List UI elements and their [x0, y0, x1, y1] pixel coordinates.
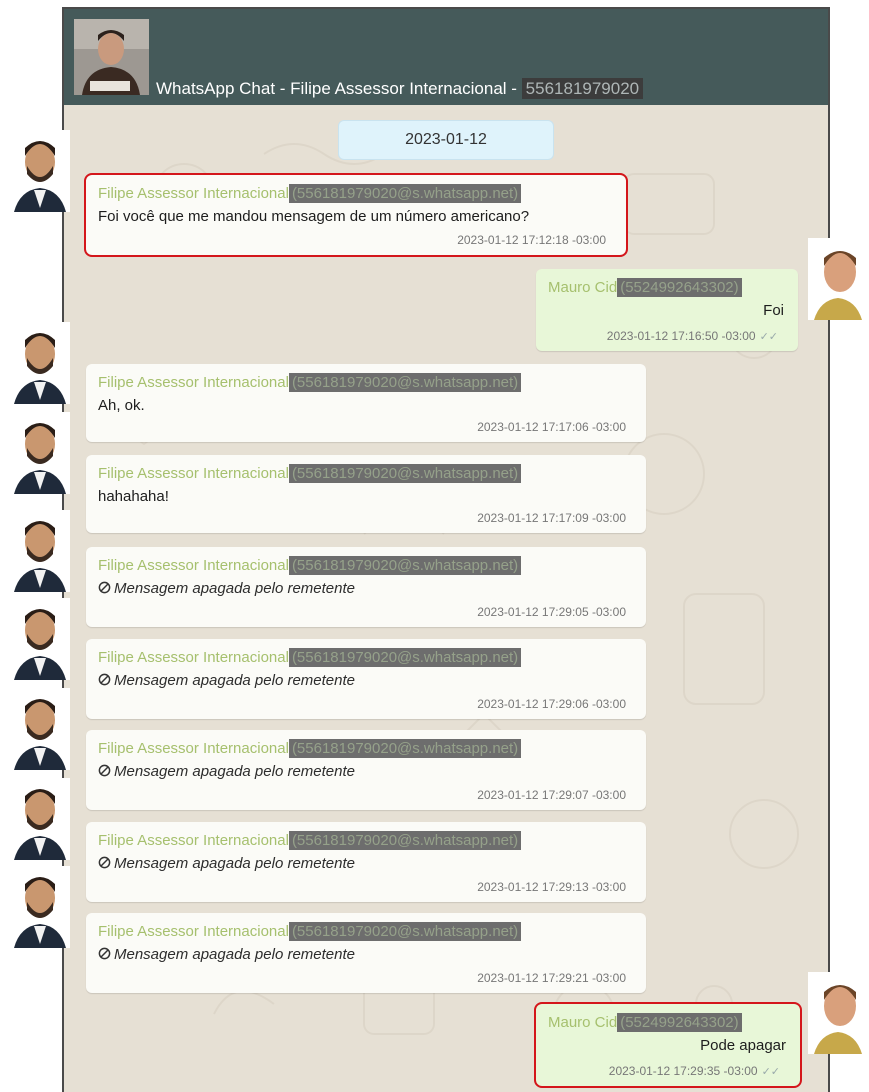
- message-timestamp: 2023-01-12 17:29:35 -03:00 ✓✓: [609, 1064, 780, 1078]
- message-bubble-incoming[interactable]: Filipe Assessor Internacional (5561819790…: [86, 455, 646, 533]
- message-timestamp: 2023-01-12 17:29:07 -03:00: [477, 788, 626, 802]
- message-bubble-incoming[interactable]: Filipe Assessor Internacional (5561819790…: [86, 364, 646, 442]
- sender-name: Mauro Cid: [548, 279, 618, 296]
- chat-window: WhatsApp Chat - Filipe Assessor Internac…: [62, 7, 830, 1092]
- message-sender: Filipe Assessor Internacional (5561819790…: [98, 184, 522, 203]
- message-sender: Mauro Cid (5524992643302): [548, 1013, 742, 1032]
- sender-id: (556181979020@s.whatsapp.net): [288, 739, 522, 758]
- sender-name: Filipe Assessor Internacional: [98, 923, 289, 940]
- message-timestamp: 2023-01-12 17:29:06 -03:00: [477, 697, 626, 711]
- avatar-filipe[interactable]: [10, 510, 70, 592]
- chat-header: WhatsApp Chat - Filipe Assessor Internac…: [64, 9, 828, 105]
- avatar-filipe[interactable]: [10, 412, 70, 494]
- message-sender: Filipe Assessor Internacional (5561819790…: [98, 648, 522, 667]
- deleted-message: Mensagem apagada pelo remetente: [98, 946, 355, 963]
- message-bubble-incoming[interactable]: Filipe Assessor Internacional (5561819790…: [86, 547, 646, 627]
- sender-id: (556181979020@s.whatsapp.net): [288, 648, 522, 667]
- double-check-icon: ✓✓: [759, 331, 778, 343]
- avatar-filipe[interactable]: [10, 322, 70, 404]
- sender-name: Filipe Assessor Internacional: [98, 374, 289, 391]
- message-sender: Filipe Assessor Internacional (5561819790…: [98, 373, 522, 392]
- ban-icon: [98, 856, 111, 869]
- sender-id: (556181979020@s.whatsapp.net): [288, 831, 522, 850]
- message-timestamp: 2023-01-12 17:29:21 -03:00: [477, 971, 626, 985]
- avatar-filipe[interactable]: [10, 866, 70, 948]
- message-bubble-outgoing[interactable]: Mauro Cid (5524992643302) Pode apagar 202…: [534, 1002, 802, 1088]
- message-sender: Filipe Assessor Internacional (5561819790…: [98, 556, 522, 575]
- message-text: Pode apagar: [700, 1037, 786, 1054]
- message-bubble-incoming[interactable]: Filipe Assessor Internacional (5561819790…: [84, 173, 628, 257]
- chat-title: WhatsApp Chat - Filipe Assessor Internac…: [156, 78, 644, 99]
- sender-id: (5524992643302): [617, 1013, 742, 1032]
- message-text: Foi: [763, 302, 784, 319]
- sender-id: (556181979020@s.whatsapp.net): [288, 373, 522, 392]
- ban-icon: [98, 673, 111, 686]
- avatar-mauro[interactable]: [808, 972, 868, 1054]
- deleted-message: Mensagem apagada pelo remetente: [98, 855, 355, 872]
- ban-icon: [98, 764, 111, 777]
- message-bubble-incoming[interactable]: Filipe Assessor Internacional (5561819790…: [86, 913, 646, 993]
- chat-title-text: WhatsApp Chat - Filipe Assessor Internac…: [156, 79, 517, 98]
- ban-icon: [98, 947, 111, 960]
- avatar-filipe[interactable]: [10, 778, 70, 860]
- sender-name: Filipe Assessor Internacional: [98, 465, 289, 482]
- message-time: 2023-01-12 17:29:35 -03:00: [608, 1064, 758, 1078]
- avatar-filipe[interactable]: [10, 598, 70, 680]
- message-text: Mensagem apagada pelo remetente: [114, 763, 355, 780]
- message-text: Mensagem apagada pelo remetente: [114, 672, 355, 689]
- message-time: 2023-01-12 17:16:50 -03:00: [606, 329, 756, 343]
- message-text: Foi você que me mandou mensagem de um nú…: [98, 208, 530, 225]
- message-text: hahahaha!: [98, 488, 169, 505]
- message-text: Mensagem apagada pelo remetente: [114, 855, 355, 872]
- message-bubble-incoming[interactable]: Filipe Assessor Internacional (5561819790…: [86, 822, 646, 902]
- message-sender: Filipe Assessor Internacional (5561819790…: [98, 739, 522, 758]
- message-timestamp: 2023-01-12 17:17:09 -03:00: [477, 511, 626, 525]
- chat-contact-avatar[interactable]: [74, 19, 149, 95]
- message-timestamp: 2023-01-12 17:29:05 -03:00: [477, 605, 626, 619]
- message-text: Mensagem apagada pelo remetente: [114, 580, 355, 597]
- sender-name: Filipe Assessor Internacional: [98, 649, 289, 666]
- message-sender: Filipe Assessor Internacional (5561819790…: [98, 831, 522, 850]
- sender-name: Mauro Cid: [548, 1014, 618, 1031]
- message-timestamp: 2023-01-12 17:17:06 -03:00: [477, 420, 626, 434]
- sender-name: Filipe Assessor Internacional: [98, 557, 289, 574]
- message-bubble-outgoing[interactable]: Mauro Cid (5524992643302) Foi 2023-01-12 …: [536, 269, 798, 351]
- message-text: Ah, ok.: [98, 397, 145, 414]
- message-timestamp: 2023-01-12 17:12:18 -03:00: [457, 233, 606, 247]
- avatar-mauro[interactable]: [808, 238, 868, 320]
- message-sender: Mauro Cid (5524992643302): [548, 278, 742, 297]
- message-text: Mensagem apagada pelo remetente: [114, 946, 355, 963]
- avatar-filipe[interactable]: [10, 130, 70, 212]
- message-timestamp: 2023-01-12 17:16:50 -03:00 ✓✓: [607, 329, 778, 343]
- message-timestamp: 2023-01-12 17:29:13 -03:00: [477, 880, 626, 894]
- message-sender: Filipe Assessor Internacional (5561819790…: [98, 922, 522, 941]
- chat-number: 556181979020: [521, 78, 644, 99]
- sender-id: (556181979020@s.whatsapp.net): [288, 556, 522, 575]
- sender-id: (556181979020@s.whatsapp.net): [288, 464, 522, 483]
- deleted-message: Mensagem apagada pelo remetente: [98, 763, 355, 780]
- sender-id: (556181979020@s.whatsapp.net): [288, 922, 522, 941]
- sender-name: Filipe Assessor Internacional: [98, 185, 289, 202]
- ban-icon: [98, 581, 111, 594]
- sender-name: Filipe Assessor Internacional: [98, 832, 289, 849]
- double-check-icon: ✓✓: [761, 1066, 780, 1078]
- sender-name: Filipe Assessor Internacional: [98, 740, 289, 757]
- date-divider: 2023-01-12: [338, 120, 554, 160]
- message-sender: Filipe Assessor Internacional (5561819790…: [98, 464, 522, 483]
- sender-id: (5524992643302): [617, 278, 742, 297]
- avatar-filipe[interactable]: [10, 688, 70, 770]
- deleted-message: Mensagem apagada pelo remetente: [98, 672, 355, 689]
- person-photo-icon: [74, 19, 149, 95]
- message-bubble-incoming[interactable]: Filipe Assessor Internacional (5561819790…: [86, 639, 646, 719]
- sender-id: (556181979020@s.whatsapp.net): [288, 184, 522, 203]
- deleted-message: Mensagem apagada pelo remetente: [98, 580, 355, 597]
- message-bubble-incoming[interactable]: Filipe Assessor Internacional (5561819790…: [86, 730, 646, 810]
